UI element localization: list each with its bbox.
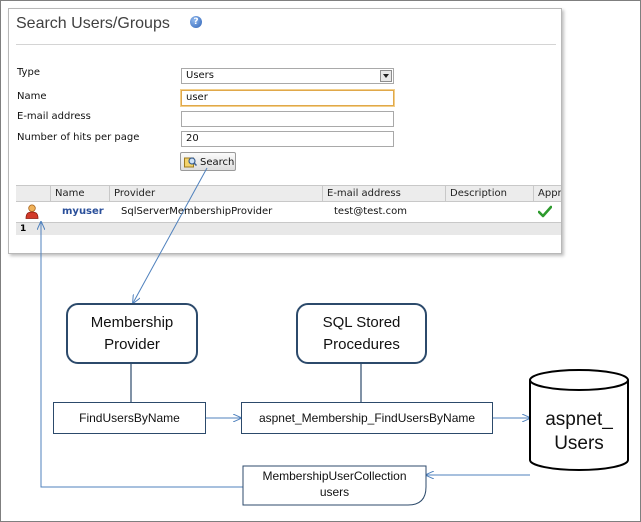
find-users-by-name-box: FindUsersByName — [53, 402, 206, 434]
collection-box: MembershipUserCollection users — [243, 468, 426, 500]
database-label: aspnet_ Users — [530, 408, 628, 456]
arrow-search-to-provider — [133, 167, 208, 303]
collection-line-2: users — [319, 485, 350, 499]
sql-procedures-label: SQL Stored Procedures — [322, 313, 401, 353]
sql-procedures-box: SQL Stored Procedures — [296, 303, 427, 364]
aspnet-find-procedure-box: aspnet_Membership_FindUsersByName — [241, 402, 493, 434]
database-label-text: aspnet_ Users — [545, 409, 613, 454]
collection-line-1: MembershipUserCollection — [262, 469, 407, 483]
membership-provider-label: Membership Provider — [90, 313, 174, 353]
membership-provider-box: Membership Provider — [66, 303, 198, 364]
